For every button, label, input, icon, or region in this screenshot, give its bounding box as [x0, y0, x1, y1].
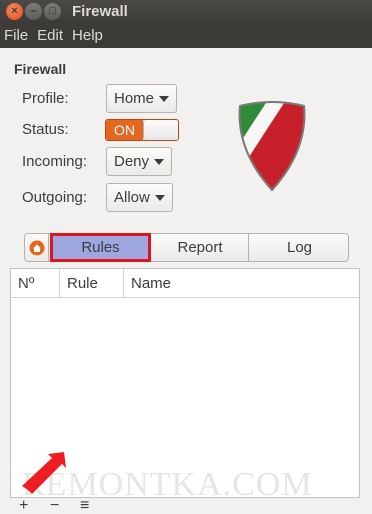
chevron-down-icon — [154, 159, 165, 165]
status-toggle[interactable]: ON — [105, 119, 179, 141]
tab-rules[interactable]: Rules — [50, 233, 151, 262]
outgoing-value: Allow — [114, 189, 150, 206]
tab-report[interactable]: Report — [152, 234, 249, 261]
section-title: Firewall — [14, 61, 67, 77]
menu-edit[interactable]: Edit — [37, 27, 63, 44]
window-title: Firewall — [72, 3, 128, 20]
outgoing-select[interactable]: Allow — [106, 183, 173, 212]
red-arrow-icon — [22, 452, 66, 494]
maximize-icon[interactable]: □ — [44, 3, 61, 20]
toggle-knob — [143, 120, 178, 140]
close-icon[interactable]: × — [6, 3, 23, 20]
profile-label: Profile: — [22, 90, 69, 107]
view-tabs: Rules Report Log — [24, 233, 349, 262]
incoming-value: Deny — [114, 153, 150, 170]
home-icon — [29, 240, 44, 255]
column-rule[interactable]: Rule — [60, 269, 124, 298]
remove-rule-button[interactable]: − — [50, 498, 59, 514]
add-rule-button[interactable]: + — [19, 498, 28, 514]
column-number[interactable]: Nº — [11, 269, 60, 298]
menu-help[interactable]: Help — [72, 27, 103, 44]
incoming-select[interactable]: Deny — [106, 147, 173, 176]
menu-file[interactable]: File — [4, 27, 28, 44]
outgoing-label: Outgoing: — [22, 189, 88, 206]
shield-icon — [238, 101, 306, 192]
chevron-down-icon — [159, 96, 170, 102]
status-value: ON — [106, 120, 143, 140]
title-bar: × – □ Firewall — [0, 0, 372, 23]
incoming-label: Incoming: — [22, 153, 88, 170]
profile-select[interactable]: Home — [106, 84, 178, 113]
tab-log[interactable]: Log — [250, 234, 349, 261]
column-name[interactable]: Name — [124, 269, 171, 298]
menu-bar: File Edit Help — [0, 23, 372, 48]
chevron-down-icon — [154, 195, 165, 201]
minimize-icon[interactable]: – — [25, 3, 42, 20]
options-button[interactable]: ≡ — [80, 498, 89, 514]
table-header: Nº Rule Name — [11, 269, 359, 298]
home-tab[interactable] — [25, 234, 49, 261]
status-label: Status: — [22, 121, 69, 138]
profile-value: Home — [114, 90, 155, 107]
